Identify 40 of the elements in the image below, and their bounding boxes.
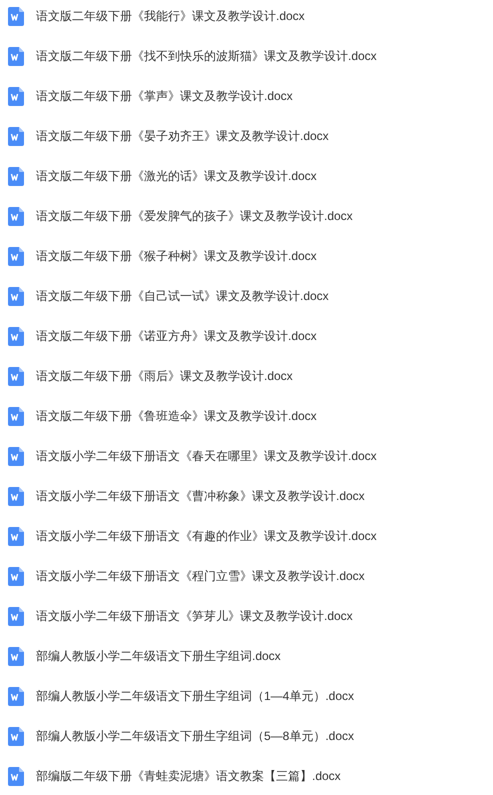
file-name[interactable]: 语文版二年级下册《自己试一试》课文及教学设计.docx — [36, 286, 329, 306]
word-document-icon — [8, 526, 24, 546]
file-name[interactable]: 语文版二年级下册《鲁班造伞》课文及教学设计.docx — [36, 406, 317, 426]
file-name[interactable]: 语文版小学二年级下册语文《笋芽儿》课文及教学设计.docx — [36, 606, 353, 626]
word-document-icon — [8, 126, 24, 146]
word-document-icon — [8, 46, 24, 66]
file-name[interactable]: 部编人教版小学二年级语文下册生字组词.docx — [36, 646, 281, 666]
file-name[interactable]: 部编版二年级下册《青蛙卖泥塘》语文教案【三篇】.docx — [36, 766, 341, 786]
word-document-icon — [8, 206, 24, 226]
word-document-icon — [8, 286, 24, 306]
word-document-icon — [8, 166, 24, 186]
word-document-icon — [8, 246, 24, 266]
word-document-icon — [8, 646, 24, 666]
word-document-icon — [8, 366, 24, 386]
word-document-icon — [8, 606, 24, 626]
file-name[interactable]: 部编人教版小学二年级语文下册生字组词（5—8单元）.docx — [36, 726, 354, 746]
word-document-icon — [8, 726, 24, 746]
word-document-icon — [8, 446, 24, 466]
word-document-icon — [8, 326, 24, 346]
file-name[interactable]: 语文版二年级下册《我能行》课文及教学设计.docx — [36, 6, 305, 26]
file-name[interactable]: 语文版二年级下册《激光的话》课文及教学设计.docx — [36, 166, 317, 186]
file-name[interactable]: 语文版小学二年级下册语文《有趣的作业》课文及教学设计.docx — [36, 526, 377, 546]
word-document-icon — [8, 566, 24, 586]
word-document-icon — [8, 406, 24, 426]
file-name[interactable]: 语文版二年级下册《晏子劝齐王》课文及教学设计.docx — [36, 126, 329, 146]
file-name[interactable]: 语文版小学二年级下册语文《曹冲称象》课文及教学设计.docx — [36, 486, 365, 506]
word-document-icon — [8, 766, 24, 786]
file-name[interactable]: 语文版小学二年级下册语文《程门立雪》课文及教学设计.docx — [36, 566, 365, 586]
word-document-icon — [8, 86, 24, 106]
file-name[interactable]: 语文版二年级下册《雨后》课文及教学设计.docx — [36, 366, 293, 386]
file-name[interactable]: 语文版二年级下册《诺亚方舟》课文及教学设计.docx — [36, 326, 317, 346]
file-name[interactable]: 语文版二年级下册《猴子种树》课文及教学设计.docx — [36, 246, 317, 266]
file-name[interactable]: 语文版小学二年级下册语文《春天在哪里》课文及教学设计.docx — [36, 446, 377, 466]
file-name[interactable]: 语文版二年级下册《找不到快乐的波斯猫》课文及教学设计.docx — [36, 46, 377, 66]
word-document-icon — [8, 686, 24, 706]
word-document-icon — [8, 486, 24, 506]
file-name[interactable]: 部编人教版小学二年级语文下册生字组词（1—4单元）.docx — [36, 686, 354, 706]
word-document-icon — [8, 6, 24, 26]
file-name[interactable]: 语文版二年级下册《掌声》课文及教学设计.docx — [36, 86, 293, 106]
file-name[interactable]: 语文版二年级下册《爱发脾气的孩子》课文及教学设计.docx — [36, 206, 353, 226]
